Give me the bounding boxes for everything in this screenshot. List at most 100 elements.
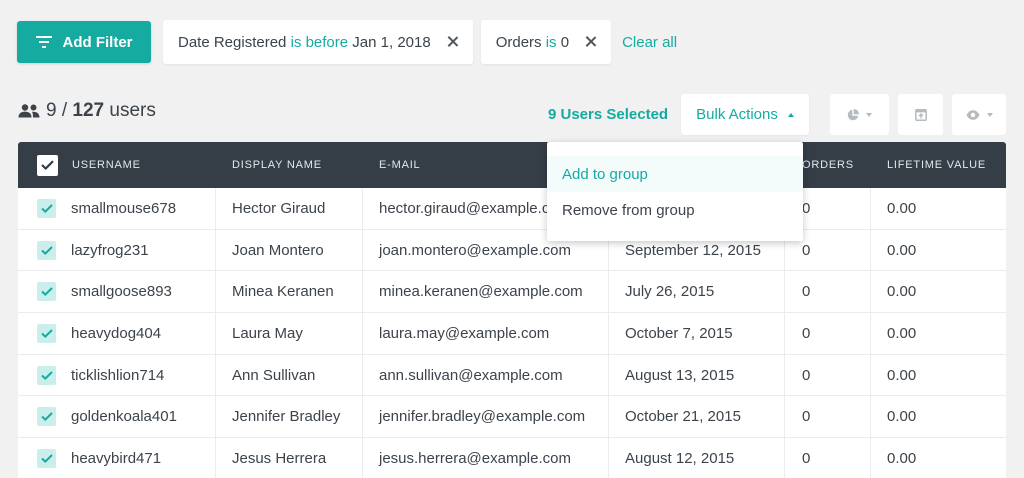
lifetime-value: 0.00	[887, 324, 917, 342]
lifetime-value: 0.00	[887, 241, 917, 259]
select-all-checkbox[interactable]	[37, 154, 58, 176]
cell-display-name: Jesus Herrera	[216, 438, 363, 478]
check-icon	[40, 370, 53, 380]
email: jennifer.bradley@example.com	[379, 408, 586, 426]
table-row[interactable]: heavybird471 Jesus Herrera jesus.herrera…	[18, 438, 1006, 478]
cell-date: October 7, 2015	[609, 313, 785, 354]
add-filter-button[interactable]: Add Filter	[17, 21, 151, 63]
table-row[interactable]: ticklishlion714 Ann Sullivan ann.sulliva…	[18, 354, 1006, 397]
check-icon	[40, 204, 53, 213]
users-icon	[18, 104, 40, 118]
username[interactable]: smallmouse678	[71, 200, 176, 217]
chart-button[interactable]	[830, 94, 889, 135]
cell-lifetime-value: 0.00	[871, 188, 1006, 229]
display-name: Minea Keranen	[232, 283, 334, 301]
menu-item-remove-from-group[interactable]: Remove from group	[547, 192, 803, 228]
clear-all-link[interactable]: Clear all	[622, 34, 677, 51]
username[interactable]: ticklishlion714	[71, 367, 164, 384]
table-row[interactable]: smallmouse678 Hector Giraud hector.girau…	[18, 188, 1006, 230]
menu-item-add-to-group[interactable]: Add to group	[547, 156, 803, 192]
cell-date: July 26, 2015	[609, 271, 785, 313]
bulk-actions-button[interactable]: Bulk Actions	[681, 94, 809, 135]
username[interactable]: heavydog404	[71, 325, 161, 342]
username[interactable]: heavybird471	[71, 450, 161, 467]
cell-orders: 0	[785, 271, 871, 313]
lifetime-value: 0.00	[887, 283, 917, 301]
date: September 12, 2015	[625, 241, 761, 259]
chevron-down-icon	[866, 112, 872, 117]
username[interactable]: lazyfrog231	[71, 242, 149, 259]
email: jesus.herrera@example.com	[379, 449, 571, 467]
header-display-name: DISPLAY NAME	[216, 159, 363, 171]
cell-orders: 0	[785, 354, 871, 396]
date: July 26, 2015	[625, 283, 715, 301]
table-row[interactable]: lazyfrog231 Joan Montero joan.montero@ex…	[18, 229, 1006, 272]
table-row[interactable]: goldenkoala401 Jennifer Bradley jennifer…	[18, 396, 1006, 439]
filter-chip-orders[interactable]: Orders is 0	[480, 20, 612, 64]
email: minea.keranen@example.com	[379, 283, 583, 301]
table-header: USERNAME DISPLAY NAME E-MAIL ORDERS LIFE…	[18, 142, 1006, 188]
cell-username: lazyfrog231	[18, 229, 216, 271]
display-name: Jennifer Bradley	[232, 408, 341, 426]
export-button[interactable]	[898, 94, 943, 135]
chip-value: 0	[560, 33, 570, 51]
count-unit: users	[109, 100, 156, 121]
chip-operator: is before	[290, 33, 349, 51]
username[interactable]: goldenkoala401	[71, 408, 177, 425]
orders: 0	[802, 408, 811, 426]
email: joan.montero@example.com	[379, 241, 571, 259]
email: ann.sullivan@example.com	[379, 366, 563, 384]
lifetime-value: 0.00	[887, 199, 917, 217]
cell-lifetime-value: 0.00	[871, 230, 1006, 271]
total-count: 127	[72, 100, 105, 121]
cell-email: laura.may@example.com	[363, 313, 609, 354]
count-separator: /	[56, 100, 73, 121]
chip-operator: is	[545, 33, 557, 51]
header-label: DISPLAY NAME	[232, 159, 322, 171]
check-icon	[40, 454, 53, 463]
filter-icon	[35, 36, 52, 48]
cell-lifetime-value: 0.00	[871, 396, 1006, 437]
eye-icon	[966, 109, 979, 120]
shown-count: 9	[46, 100, 57, 121]
row-checkbox[interactable]	[37, 407, 56, 427]
lifetime-value: 0.00	[887, 408, 917, 426]
cell-username: smallgoose893	[18, 271, 216, 313]
username[interactable]: smallgoose893	[71, 283, 172, 300]
chip-field: Orders	[495, 33, 542, 51]
chevron-down-icon	[986, 112, 993, 117]
cell-orders: 0	[785, 438, 871, 478]
cell-lifetime-value: 0.00	[871, 271, 1006, 312]
email: laura.may@example.com	[379, 324, 550, 342]
add-filter-label: Add Filter	[62, 33, 133, 51]
remove-filter-icon[interactable]	[447, 36, 459, 48]
filter-bar: Add Filter Date Registered is before Jan…	[17, 20, 677, 64]
row-checkbox[interactable]	[37, 198, 56, 218]
row-checkbox[interactable]	[37, 323, 56, 343]
cell-email: ann.sullivan@example.com	[363, 354, 609, 396]
remove-filter-icon[interactable]	[585, 36, 597, 48]
check-icon	[40, 329, 53, 338]
display-name: Joan Montero	[232, 241, 324, 259]
filter-chip-date-registered[interactable]: Date Registered is before Jan 1, 2018	[163, 20, 473, 64]
header-username: USERNAME	[18, 154, 216, 176]
cell-username: heavybird471	[18, 438, 216, 478]
cell-display-name: Minea Keranen	[216, 271, 363, 313]
cell-username: smallmouse678	[18, 188, 216, 229]
lifetime-value: 0.00	[887, 449, 917, 467]
display-name: Jesus Herrera	[232, 449, 327, 467]
cell-username: ticklishlion714	[18, 354, 216, 396]
cell-orders: 0	[785, 313, 871, 354]
check-icon	[40, 287, 53, 297]
chip-field: Date Registered	[178, 33, 287, 51]
date: October 7, 2015	[625, 324, 733, 342]
table-body: smallmouse678 Hector Giraud hector.girau…	[18, 188, 1006, 478]
visibility-button[interactable]	[952, 94, 1006, 135]
table-row[interactable]: smallgoose893 Minea Keranen minea.kerane…	[18, 271, 1006, 314]
row-checkbox[interactable]	[37, 240, 56, 260]
row-checkbox[interactable]	[37, 448, 56, 468]
cell-lifetime-value: 0.00	[871, 438, 1006, 478]
table-row[interactable]: heavydog404 Laura May laura.may@example.…	[18, 313, 1006, 355]
row-checkbox[interactable]	[37, 282, 56, 302]
row-checkbox[interactable]	[37, 365, 56, 385]
